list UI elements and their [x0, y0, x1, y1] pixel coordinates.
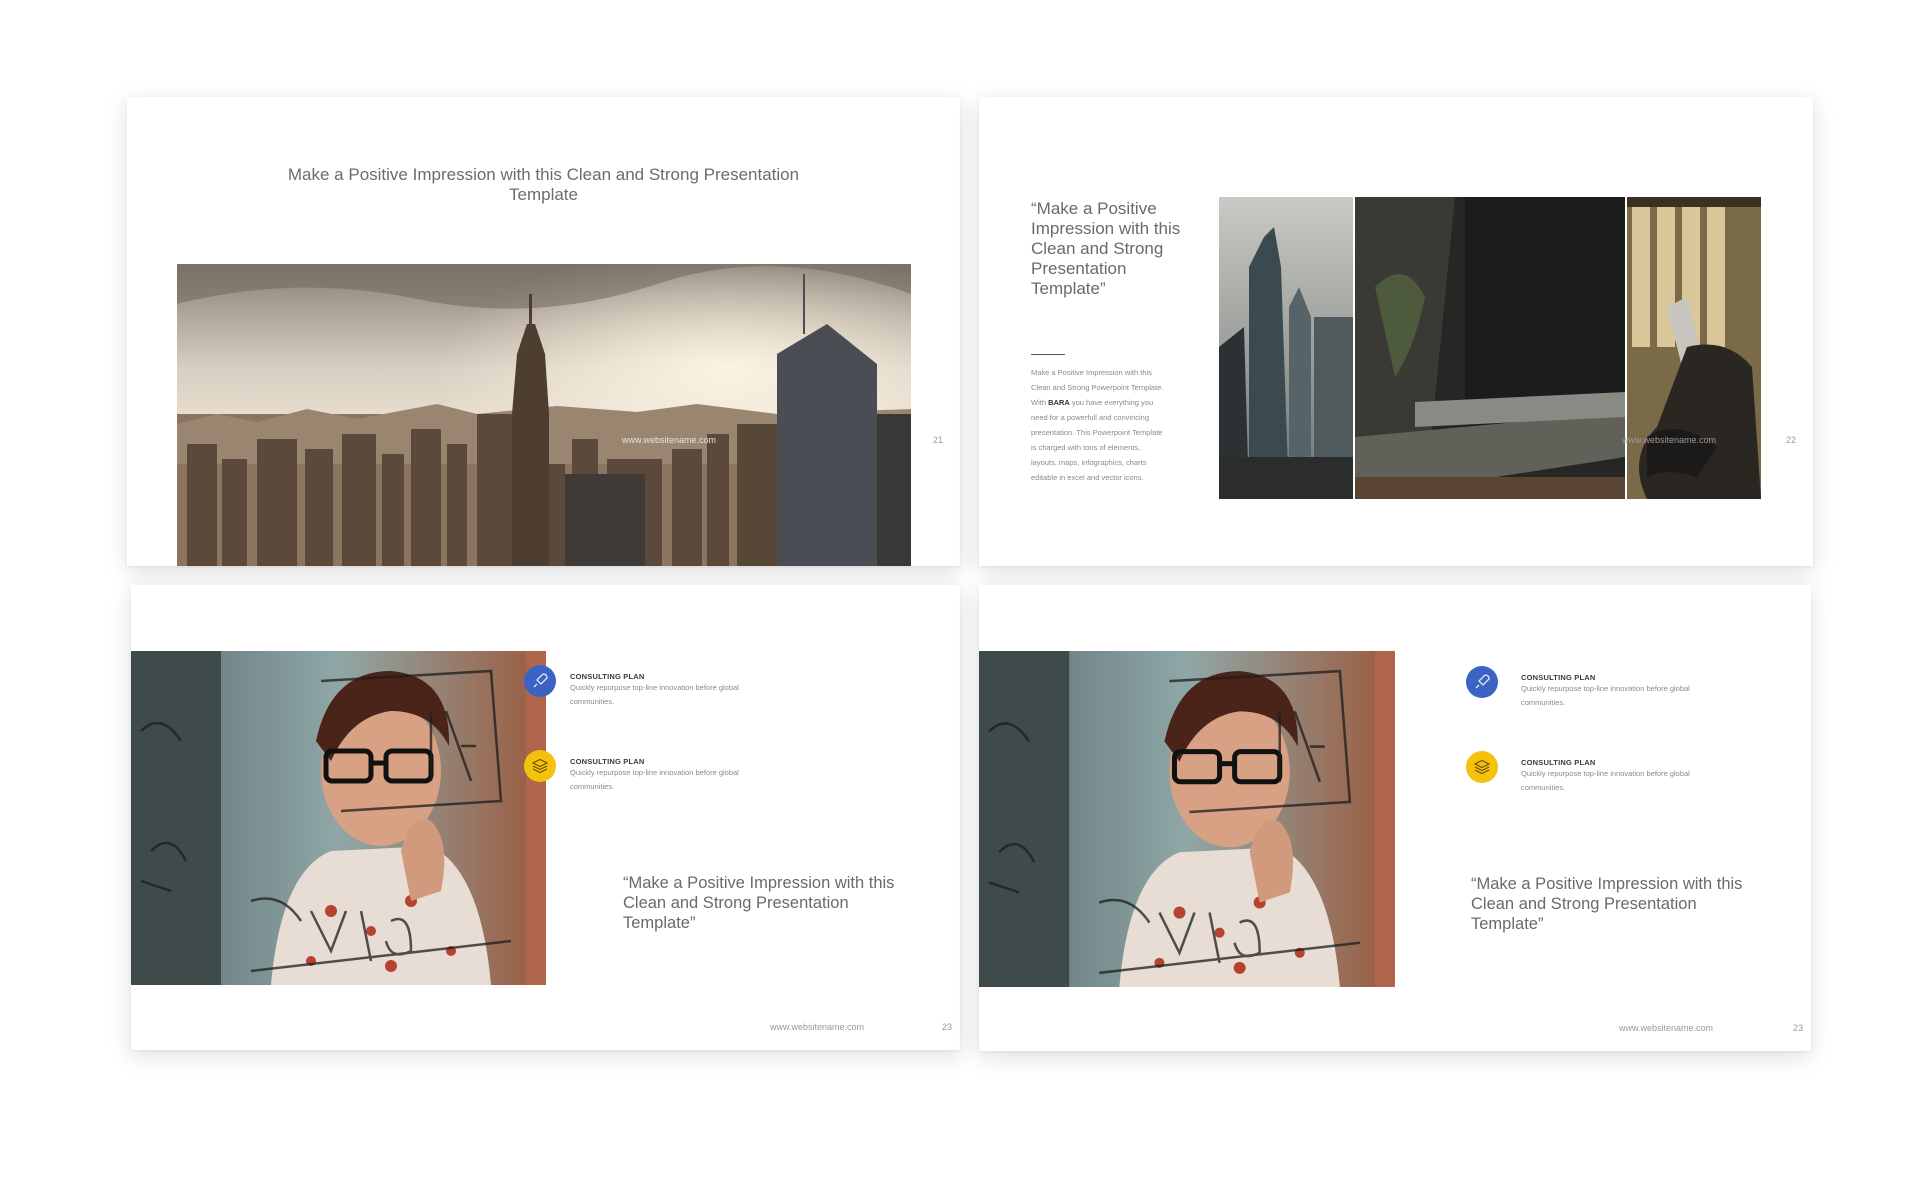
website-url: www.websitename.com — [770, 1022, 865, 1032]
feature-description: Quickly repurpose top-line innovation be… — [1521, 769, 1690, 792]
website-url: www.websitename.com — [1619, 1023, 1714, 1033]
slide-quote: “Make a Positive Impression with this Cl… — [623, 874, 895, 932]
slide-title: Make a Positive Impression with this Cle… — [287, 165, 800, 204]
layers-icon — [524, 750, 556, 782]
page-number: 22 — [1786, 435, 1797, 445]
feature-title: CONSULTING PLAN — [570, 757, 645, 766]
brand-name: BARA — [1048, 398, 1070, 407]
body-text-end: you have everything you need for a power… — [1031, 398, 1163, 482]
man-writing-on-glass-photo — [131, 651, 546, 985]
laptop-photo — [1355, 197, 1625, 499]
slide-23[interactable]: CONSULTING PLAN Quickly repurpose top-li… — [131, 585, 960, 1050]
man-writing-on-glass-photo — [979, 651, 1395, 987]
rocket-icon — [524, 665, 556, 697]
website-url: www.websitename.com — [622, 435, 717, 445]
feature-description: Quickly repurpose top-line innovation be… — [1521, 684, 1690, 707]
slide-quote: “Make a Positive Impression with this Cl… — [1031, 199, 1181, 298]
city-skyline-photo — [177, 264, 911, 566]
rocket-icon — [1466, 666, 1498, 698]
feature-title: CONSULTING PLAN — [570, 672, 645, 681]
slide-body-text: Make a Positive Impression with this Cle… — [1031, 365, 1166, 485]
person-tablet-photo — [1627, 197, 1761, 499]
slide-21[interactable]: Make a Positive Impression with this Cle… — [127, 97, 960, 566]
page-number: 21 — [933, 435, 944, 445]
slide-quote: “Make a Positive Impression with this Cl… — [1471, 875, 1743, 933]
skyscraper-photo — [1219, 197, 1353, 499]
website-url: www.websitename.com — [1622, 435, 1717, 445]
feature-title: CONSULTING PLAN — [1521, 758, 1596, 767]
slide-23-copy[interactable]: CONSULTING PLAN Quickly repurpose top-li… — [979, 585, 1811, 1051]
layers-icon — [1466, 751, 1498, 783]
feature-description: Quickly repurpose top-line innovation be… — [570, 768, 739, 791]
page-number: 23 — [942, 1022, 953, 1032]
feature-title: CONSULTING PLAN — [1521, 673, 1596, 682]
divider — [1031, 354, 1065, 355]
feature-description: Quickly repurpose top-line innovation be… — [570, 683, 739, 706]
slide-22[interactable]: “Make a Positive Impression with this Cl… — [979, 97, 1813, 566]
page-number: 23 — [1793, 1023, 1804, 1033]
